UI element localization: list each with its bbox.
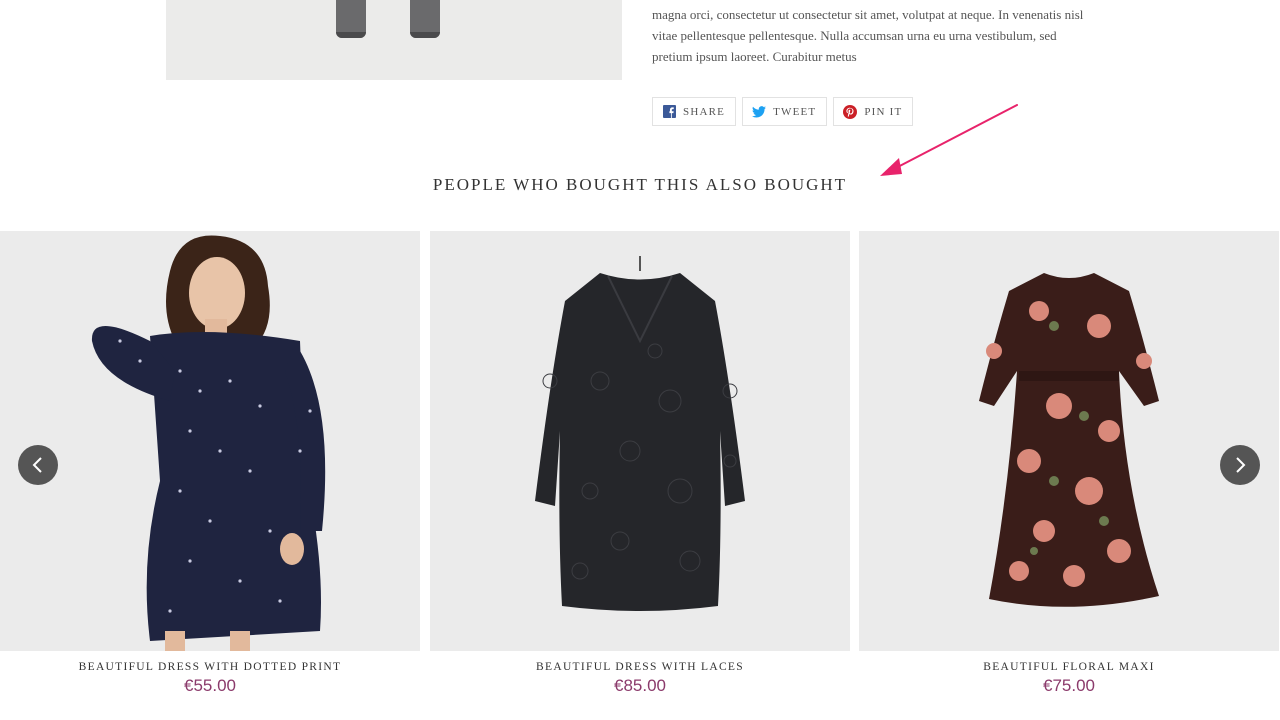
product-image[interactable] — [430, 231, 850, 651]
chevron-left-icon — [32, 457, 42, 473]
pinterest-icon — [843, 104, 858, 119]
legging-leg-left — [336, 0, 366, 38]
description-line-2: vitae pellentesque pellentesque. Nulla a… — [652, 28, 1057, 43]
product-card[interactable]: BEAUTIFUL DRESS WITH LACES €85.00 — [430, 231, 850, 696]
twitter-icon — [752, 105, 767, 119]
carousel-prev-button[interactable] — [18, 445, 58, 485]
legging-leg-right — [410, 0, 440, 38]
product-image[interactable] — [859, 231, 1279, 651]
product-price: €85.00 — [614, 676, 666, 695]
product-name[interactable]: BEAUTIFUL FLORAL MAXI — [859, 661, 1279, 673]
product-card[interactable]: BEAUTIFUL DRESS WITH DOTTED PRINT €55.00 — [0, 231, 420, 696]
product-name[interactable]: BEAUTIFUL DRESS WITH LACES — [430, 661, 850, 673]
product-name[interactable]: BEAUTIFUL DRESS WITH DOTTED PRINT — [0, 661, 420, 673]
carousel-next-button[interactable] — [1220, 445, 1260, 485]
twitter-share-button[interactable]: TWEET — [742, 97, 828, 126]
product-price: €55.00 — [184, 676, 236, 695]
product-description: magna orci, consectetur ut consectetur s… — [652, 4, 1112, 67]
description-line-3: pretium ipsum laoreet. Curabitur metus — [652, 49, 857, 64]
chevron-right-icon — [1236, 457, 1246, 473]
facebook-share-button[interactable]: SHARE — [652, 97, 737, 126]
section-title: PEOPLE WHO BOUGHT THIS ALSO BOUGHT — [432, 175, 848, 194]
product-price: €75.00 — [1043, 676, 1095, 695]
product-image — [166, 0, 622, 80]
facebook-share-label: SHARE — [683, 105, 726, 118]
twitter-share-label: TWEET — [773, 105, 817, 118]
product-carousel: BEAUTIFUL DRESS WITH DOTTED PRINT €55.00 — [0, 231, 1280, 720]
description-line-1: magna orci, consectetur ut consectetur s… — [652, 7, 1084, 22]
facebook-icon — [662, 105, 676, 119]
product-card[interactable]: BEAUTIFUL FLORAL MAXI €75.00 — [859, 231, 1279, 696]
product-image[interactable] — [0, 231, 420, 651]
